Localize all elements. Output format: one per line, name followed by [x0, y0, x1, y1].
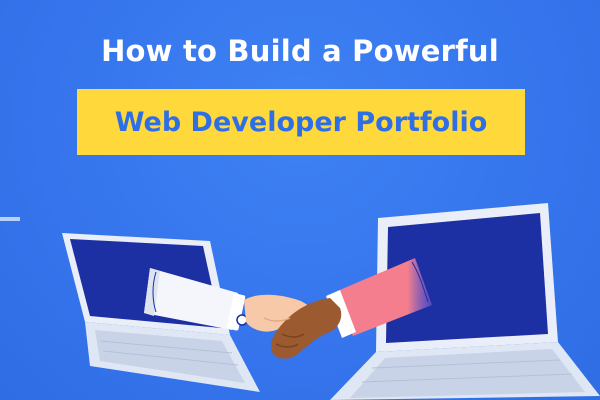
handshake-icon — [244, 294, 342, 359]
handshake-illustration — [62, 203, 600, 400]
hero-banner: How to Build a Powerful Web Developer Po… — [0, 0, 600, 400]
